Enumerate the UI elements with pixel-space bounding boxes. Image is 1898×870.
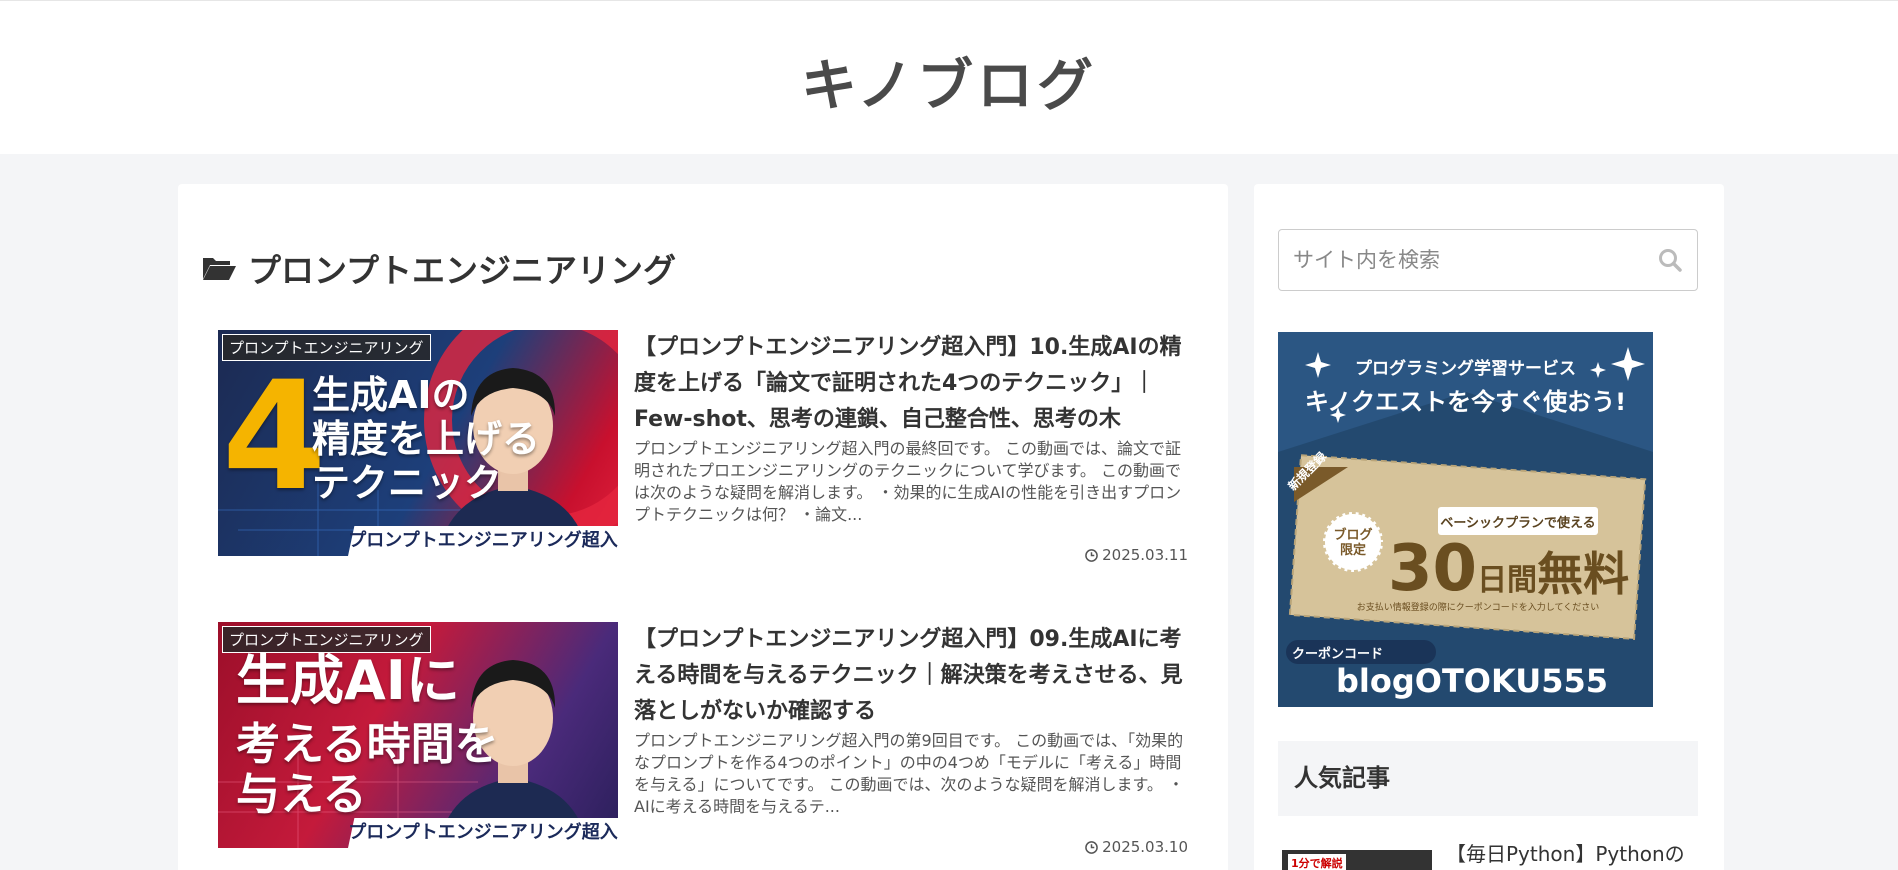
entry-date-text: 2025.03.11 [1102,546,1188,564]
coupon-code: blogOTOKU555 [1336,662,1609,700]
thumbnail-text-2: 考える時間を [236,719,499,770]
entry-snippet: プロンプトエンジニアリング超入門の第9回目です。 この動画では、「効果的なプロン… [634,731,1185,816]
banner-offer-unit: 日間 [1477,563,1538,598]
coupon-label: クーポンコード [1292,647,1384,662]
main-content: プロンプトエンジニアリング プロンプトエンジニアリング 4 生成AIの 精度を上… [178,184,1228,870]
entry-thumbnail[interactable]: プロンプトエンジニアリング 生成AIに 考える時間を 与える プロンプトエンジニ… [218,622,618,848]
thumbnail-text-2: 精度を上げる [312,417,541,461]
thumbnail-footer: プロンプトエンジニアリング超入門 [348,526,618,556]
category-label[interactable]: プロンプトエンジニアリング [222,334,431,361]
search-input[interactable] [1293,248,1657,272]
popular-item[interactable]: 1分で解説 【毎日Python】Pythonの [1278,838,1698,870]
entry-card[interactable]: プロンプトエンジニアリング 生成AIに 考える時間を 与える プロンプトエンジニ… [218,622,1188,862]
thumbnail-text-3: 与える [236,769,367,820]
banner-offer: 30日間無料 [1388,532,1629,606]
site-logo[interactable]: キノブログ [0,41,1898,122]
site-header: キノブログ [0,0,1898,154]
thumbnail-text-1: 生成AIに [236,649,460,712]
popular-thumb-label: 1分で解説 [1288,854,1346,870]
search-box [1278,229,1698,291]
archive-title: プロンプトエンジニアリング [202,244,676,292]
banner-note: お支払い情報登録の際にクーポンコードを入力してください [1356,603,1600,613]
banner-line1: プログラミング学習サービス [1355,359,1576,379]
thumbnail-number: 4 [222,350,327,524]
clock-icon [1085,548,1098,562]
banner-plan: ベーシックプランで使える [1440,516,1596,531]
entry-thumbnail[interactable]: プロンプトエンジニアリング 4 生成AIの 精度を上げる テクニック プロンプト… [218,330,618,556]
kinoquest-banner[interactable]: プログラミング学習サービス キノクエストを今すぐ使おう! 新規登録 ブログ限定 … [1278,332,1653,707]
thumbnail-text-1: 生成AIの [312,373,470,417]
entry-title[interactable]: 【プロンプトエンジニアリング超入門】09.生成AIに考える時間を与えるテクニック… [634,622,1194,730]
popular-thumbnail[interactable]: 1分で解説 [1282,850,1432,870]
banner-line2: キノクエストを今すぐ使おう! [1304,388,1627,416]
entry-date: 2025.03.10 [1085,838,1188,856]
category-label[interactable]: プロンプトエンジニアリング [222,626,431,653]
entry-date-text: 2025.03.10 [1102,838,1188,856]
banner-offer-free: 無料 [1537,547,1630,601]
thumbnail-text-3: テクニック [312,461,503,505]
thumbnail-footer: プロンプトエンジニアリング超入門 [348,818,618,848]
entry-card[interactable]: プロンプトエンジニアリング 4 生成AIの 精度を上げる テクニック プロンプト… [218,330,1188,570]
entry-date: 2025.03.11 [1085,546,1188,564]
sidebar: プログラミング学習サービス キノクエストを今すぐ使おう! 新規登録 ブログ限定 … [1254,184,1724,870]
entry-title[interactable]: 【プロンプトエンジニアリング超入門】10.生成AIの精度を上げる「論文で証明され… [634,330,1194,438]
clock-icon [1085,840,1098,854]
banner-badge: ブログ限定 [1333,528,1373,558]
search-icon[interactable] [1657,247,1683,273]
popular-title[interactable]: 【毎日Python】Pythonの [1446,838,1696,867]
folder-open-icon [203,258,236,280]
banner-offer-number: 30 [1388,532,1478,606]
popular-heading: 人気記事 [1278,741,1698,816]
entry-snippet: プロンプトエンジニアリング超入門の最終回です。 この動画では、論文で証明されたプ… [634,439,1182,524]
archive-title-text: プロンプトエンジニアリング [248,251,677,290]
